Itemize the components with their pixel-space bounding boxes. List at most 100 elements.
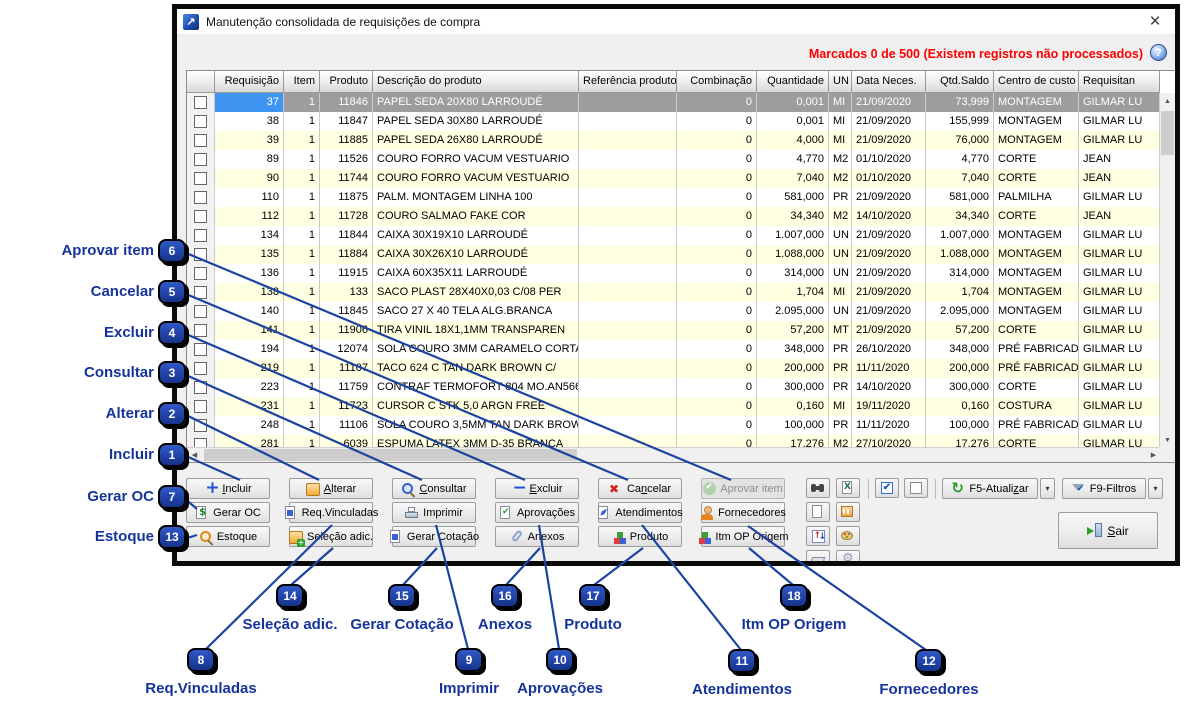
column-header-produto[interactable]: Produto [320,71,373,93]
calendar-button[interactable] [836,502,860,522]
table-row[interactable]: 37111846PAPEL SEDA 20X80 LARROUDÉ00,001M… [187,93,1159,112]
row-checkbox[interactable] [194,134,207,147]
column-header-un[interactable]: UN [829,71,852,93]
table-row[interactable]: 90111744COURO FORRO VACUM VESTUARIO07,04… [187,169,1159,188]
column-header-centro-de-custo[interactable]: Centro de custo [994,71,1079,93]
consultar-button[interactable]: Consultar [392,478,476,499]
table-cell: 134 [215,226,284,245]
aprovar-item-label: Aprovar item [720,483,782,495]
table-row[interactable]: 248111106SOLA COURO 3,5MM TAN DARK BROW0… [187,416,1159,435]
table-row[interactable]: 231111723CURSOR C STK 5,0 ARGN FREE00,16… [187,397,1159,416]
close-icon[interactable]: × [1143,9,1167,34]
table-row[interactable]: 135111884CAIXA 30X26X10 LARROUDÉ01.088,0… [187,245,1159,264]
aprovar-item-button[interactable]: Aprovar item [701,478,785,499]
fornecedores-button[interactable]: Fornecedores [701,502,785,523]
row-checkbox[interactable] [194,381,207,394]
deselect-all-button[interactable] [904,478,928,498]
column-header-checkbox[interactable] [187,71,215,93]
table-row[interactable]: 39111885PAPEL SEDA 26X80 LARROUDÉ04,000M… [187,131,1159,150]
export-excel-button[interactable] [836,478,860,498]
table-row[interactable]: 219111107TACO 624 C TAN DARK BROWN C/020… [187,359,1159,378]
row-checkbox[interactable] [194,267,207,280]
row-checkbox[interactable] [194,400,207,413]
palette-button[interactable] [836,526,860,546]
row-checkbox[interactable] [194,286,207,299]
horizontal-scroll-thumb[interactable] [204,449,577,461]
eraser-button[interactable] [806,550,830,566]
table-row[interactable]: 136111915CAIXA 60X35X11 LARROUDÉ0314,000… [187,264,1159,283]
column-header-requisitan[interactable]: Requisitan [1079,71,1160,93]
table-row[interactable]: 112111728COURO SALMAO FAKE COR034,340M21… [187,207,1159,226]
row-checkbox[interactable] [194,419,207,432]
row-checkbox[interactable] [194,305,207,318]
table-cell [579,378,677,397]
incluir-button[interactable]: Incluir [186,478,270,499]
table-row[interactable]: 110111875PALM. MONTAGEM LINHA 1000581,00… [187,188,1159,207]
settings-gear-button[interactable] [836,550,860,566]
column-header-referencia-produto[interactable]: Referência produto [579,71,677,93]
aprovacoes-button[interactable]: Aprovações [495,502,579,523]
f5-atualizar-button[interactable]: F5-Atualizar [942,478,1038,499]
scroll-up-icon[interactable]: ▲ [1160,93,1175,109]
row-checkbox[interactable] [194,229,207,242]
column-header-item[interactable]: Item [284,71,320,93]
req-vinculadas-button[interactable]: Req.Vinculadas [289,502,373,523]
table-row[interactable]: 134111844CAIXA 30X19X10 LARROUDÉ01.007,0… [187,226,1159,245]
row-checkbox[interactable] [194,153,207,166]
table-cell: 1.088,000 [926,245,994,264]
column-header-data-neces[interactable]: Data Neces. [852,71,926,93]
row-checkbox[interactable] [194,172,207,185]
produto-button[interactable]: Produto [598,526,682,547]
row-checkbox[interactable] [194,324,207,337]
cancelar-button[interactable]: Cancelar [598,478,682,499]
help-icon[interactable]: ? [1150,44,1167,61]
row-checkbox[interactable] [194,248,207,261]
vertical-scroll-thumb[interactable] [1161,111,1174,155]
column-header-requisicao[interactable]: Requisição [215,71,284,93]
f9-filtros-button[interactable]: F9-Filtros [1062,478,1146,499]
column-header-qtd-saldo[interactable]: Qtd.Saldo [926,71,994,93]
row-checkbox[interactable] [194,115,207,128]
sort-button[interactable] [806,526,830,546]
excluir-button[interactable]: Excluir [495,478,579,499]
select-all-button[interactable]: ✔ [875,478,899,498]
anexos-button[interactable]: Anexos [495,526,579,547]
table-cell: PR [829,416,852,435]
table-cell: 21/09/2020 [852,131,926,150]
f5-dropdown-button[interactable]: ▾ [1040,478,1055,499]
alterar-button[interactable]: Alterar [289,478,373,499]
table-row[interactable]: 140111845SACO 27 X 40 TELA ALG.BRANCA02.… [187,302,1159,321]
itm-op-origem-button[interactable]: Itm OP Origem [701,526,785,547]
f9-dropdown-button[interactable]: ▾ [1148,478,1163,499]
row-checkbox[interactable] [194,210,207,223]
table-row[interactable]: 89111526COURO FORRO VACUM VESTUARIO04,77… [187,150,1159,169]
imprimir-button[interactable]: Imprimir [392,502,476,523]
atendimentos-button[interactable]: Atendimentos [598,502,682,523]
sair-button[interactable]: Sair [1058,512,1158,549]
table-row[interactable]: 1381133SACO PLAST 28X40X0,03 C/08 PER01,… [187,283,1159,302]
binoculars-button[interactable] [806,478,830,498]
horizontal-scrollbar[interactable]: ◀ ▶ [187,447,1161,462]
vertical-scrollbar[interactable]: ▲ ▼ [1159,93,1175,448]
row-checkbox[interactable] [194,191,207,204]
column-header-descricao-do-produto[interactable]: Descrição do produto [373,71,579,93]
gerar-cotacao-button[interactable]: Gerar Cotação [392,526,476,547]
gerar-oc-button[interactable]: Gerar OC [186,502,270,523]
column-header-quantidade[interactable]: Quantidade [757,71,829,93]
row-checkbox[interactable] [194,362,207,375]
scroll-left-icon[interactable]: ◀ [187,448,202,462]
row-checkbox[interactable] [194,96,207,109]
estoque-button[interactable]: Estoque [186,526,270,547]
table-row[interactable]: 141111906TIRA VINIL 18X1,1MM TRANSPAREN0… [187,321,1159,340]
scroll-down-icon[interactable]: ▼ [1160,432,1175,448]
new-document-button[interactable] [806,502,830,522]
table-cell: 11/11/2020 [852,416,926,435]
row-checkbox[interactable] [194,343,207,356]
annotation-label-gerar-oc: Gerar OC [0,488,154,505]
selecao-adic-button[interactable]: Seleção adic. [289,526,373,547]
table-cell: MONTAGEM [994,245,1079,264]
column-header-combinacao[interactable]: Combinação [677,71,757,93]
table-row[interactable]: 38111847PAPEL SEDA 30X80 LARROUDÉ00,001M… [187,112,1159,131]
table-row[interactable]: 194112074SOLA COURO 3MM CARAMELO CORTAD0… [187,340,1159,359]
table-row[interactable]: 223111759CONTRAF TERMOFORT 804 MO.AN5660… [187,378,1159,397]
